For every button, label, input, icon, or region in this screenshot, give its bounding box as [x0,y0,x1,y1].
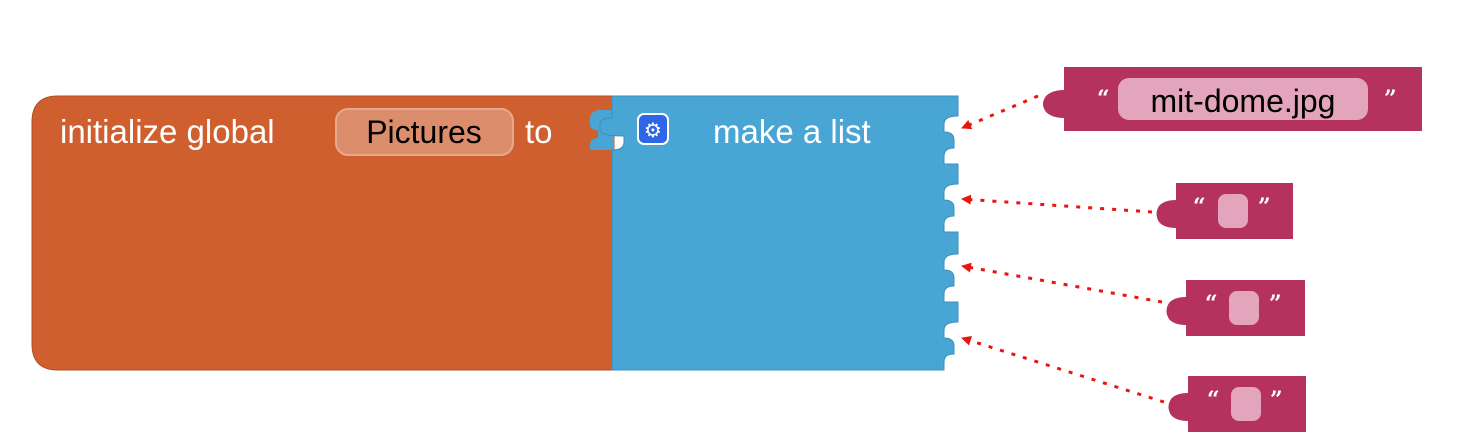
variable-name-text: Pictures [366,114,482,150]
arrow-3 [961,262,1163,304]
arrow-1 [961,94,1039,130]
text-block-3[interactable]: “ ” [1166,280,1306,336]
initialize-global-block[interactable]: initialize global Pictures to [31,95,615,371]
text-block-3-field[interactable] [1229,291,1259,325]
text-block-4-field[interactable] [1231,387,1261,421]
make-a-list-label: make a list [713,113,871,150]
annotation-arrows [961,94,1165,404]
text-block-2-close-quote: ” [1258,194,1271,220]
blocks-workspace: initialize global Pictures to ⚙ make a l… [31,67,1422,432]
text-block-2-field[interactable] [1218,194,1248,228]
variable-name-field[interactable]: Pictures [335,108,514,156]
make-a-list-block[interactable]: ⚙ make a list [599,95,959,371]
text-block-3-open-quote: “ [1205,291,1218,317]
mutator-gear-button[interactable]: ⚙ [637,113,669,145]
text-block-1[interactable]: “ mit-dome.jpg ” [1043,67,1422,131]
text-block-1-close-quote: ” [1384,86,1397,112]
arrow-2 [961,194,1153,214]
text-block-2-open-quote: “ [1193,194,1206,220]
text-block-4-close-quote: ” [1270,387,1283,413]
text-block-2[interactable]: “ ” [1156,183,1294,239]
initialize-global-label: initialize global [60,113,275,150]
to-label: to [525,113,553,150]
text-block-1-open-quote: “ [1097,86,1110,112]
text-block-4[interactable]: “ ” [1168,376,1307,432]
text-block-1-value: mit-dome.jpg [1151,83,1336,119]
text-block-3-close-quote: ” [1269,291,1282,317]
arrow-4 [961,335,1165,404]
gear-icon: ⚙ [644,118,662,142]
text-block-4-open-quote: “ [1207,387,1220,413]
